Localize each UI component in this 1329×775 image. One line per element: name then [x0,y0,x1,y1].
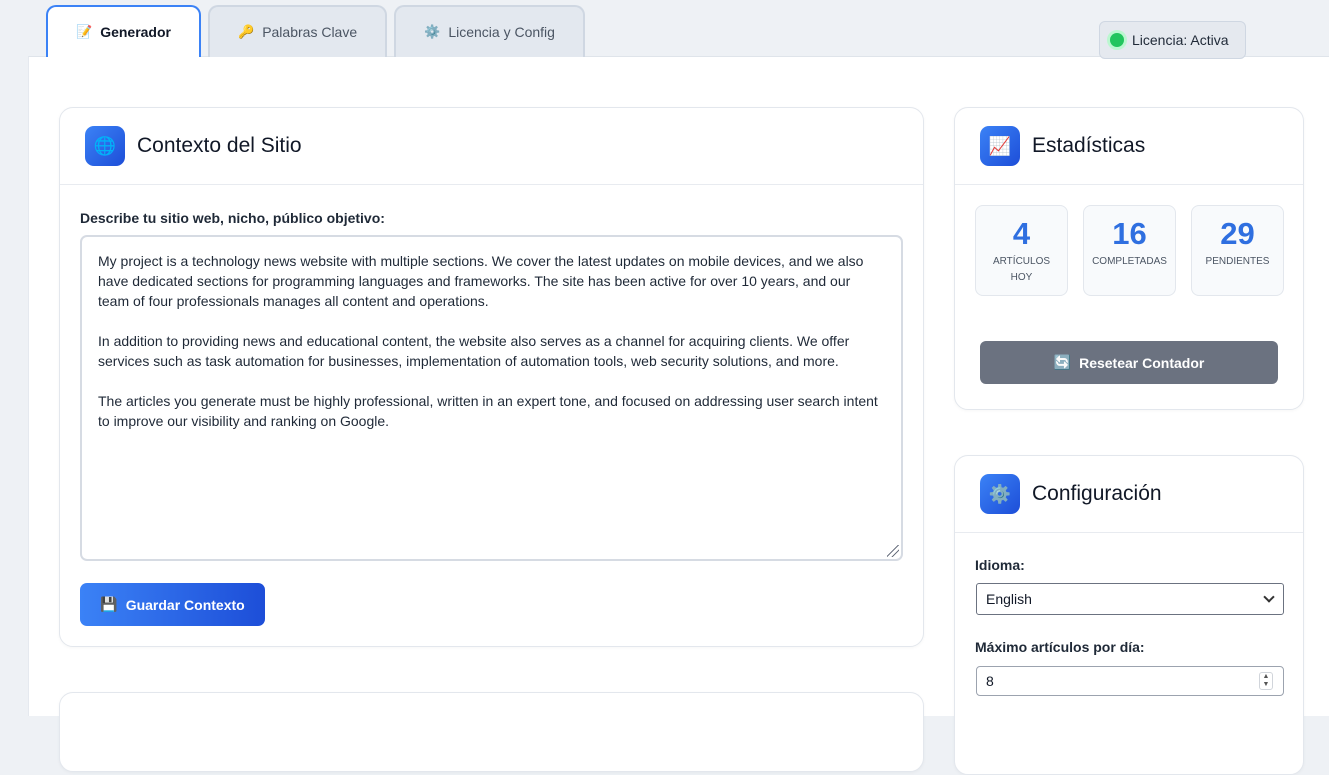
globe-icon: 🌐 [85,126,125,166]
reset-counter-button[interactable]: 🔄 Resetear Contador [980,341,1278,384]
license-status-label: Licencia: Activa [1132,32,1229,48]
stat-value: 16 [1112,216,1147,251]
gear-icon: ⚙️ [424,24,441,39]
tab-generador[interactable]: 📝 Generador [46,5,201,57]
save-context-button[interactable]: 💾 Guardar Contexto [80,583,265,626]
stat-value: 29 [1220,216,1255,251]
site-context-card: 🌐 Contexto del Sitio Describe tu sitio w… [59,107,924,647]
stat-value: 4 [1012,216,1031,251]
tab-label: Palabras Clave [262,24,358,40]
max-articles-label: Máximo artículos por día: [975,639,1145,655]
chart-increasing-icon: 📈 [980,126,1020,166]
tab-label: Generador [100,24,171,40]
tab-bar: 📝 Generador 🔑 Palabras Clave ⚙️ Licencia… [46,5,585,57]
card-title: Configuración [1032,482,1162,505]
language-select-value: English [986,591,1032,607]
stats-row: 4 Artículos Hoy 16 Completadas 29 Pendie… [975,205,1284,296]
stat-articles-today: 4 Artículos Hoy [975,205,1068,296]
floppy-disk-icon: 💾 [100,596,118,612]
save-context-label: Guardar Contexto [125,596,245,613]
status-dot-icon [1110,33,1124,47]
stat-label: Completadas [1092,256,1167,267]
card-header: 📈 Estadísticas [955,108,1303,185]
key-icon: 🔑 [238,24,255,39]
chevron-down-icon [1263,591,1275,603]
stat-label: Artículos Hoy [992,256,1051,283]
stat-pending: 29 Pendientes [1191,205,1284,296]
tab-palabras-clave[interactable]: 🔑 Palabras Clave [208,5,388,57]
license-status-badge: Licencia: Activa [1099,21,1246,59]
main-panel: 🌐 Contexto del Sitio Describe tu sitio w… [28,56,1329,775]
card-title: Contexto del Sitio [137,134,302,157]
configuration-card: ⚙️ Configuración Idioma: English Máximo … [954,455,1304,775]
card-title: Estadísticas [1032,134,1146,157]
tab-label: Licencia y Config [448,24,555,40]
gear-icon: ⚙️ [980,474,1020,514]
context-textarea[interactable]: My project is a technology news website … [80,235,903,561]
stat-label: Pendientes [1205,256,1270,267]
language-label: Idioma: [975,557,1025,573]
next-card [59,692,924,772]
number-stepper-icon[interactable]: ▲ ▼ [1259,672,1273,690]
statistics-card: 📈 Estadísticas 4 Artículos Hoy 16 Comple… [954,107,1304,410]
card-header: ⚙️ Configuración [955,456,1303,533]
card-header: 🌐 Contexto del Sitio [60,108,923,185]
max-articles-input[interactable]: 8 ▲ ▼ [976,666,1284,696]
context-field-label: Describe tu sitio web, nicho, público ob… [80,210,385,226]
stat-completed: 16 Completadas [1083,205,1176,296]
reset-counter-label: Resetear Contador [1079,354,1205,371]
refresh-icon: 🔄 [1053,354,1072,370]
memo-icon: 📝 [76,24,93,39]
language-select[interactable]: English [976,583,1284,615]
max-articles-value: 8 [986,673,994,689]
tab-licencia-config[interactable]: ⚙️ Licencia y Config [394,5,585,57]
